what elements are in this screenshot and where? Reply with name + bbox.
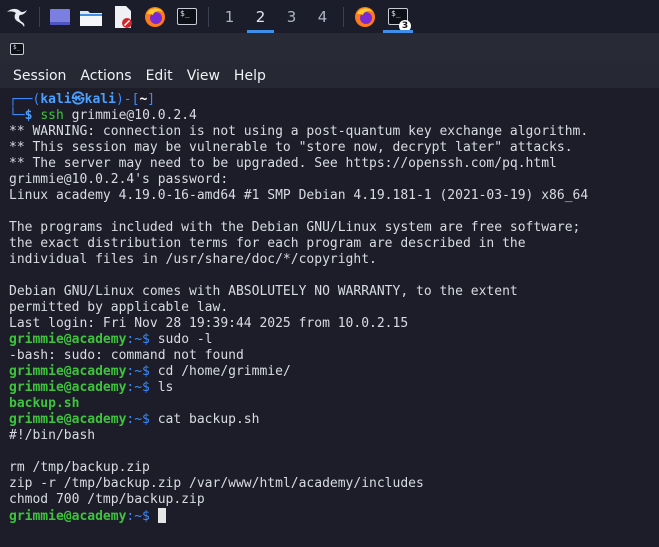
text-editor-icon xyxy=(115,5,132,28)
output-line: ** WARNING: connection is not using a po… xyxy=(9,124,589,139)
output-line: Last login: Fri Nov 28 19:39:44 2025 fro… xyxy=(9,316,409,331)
output-line: grimmie@10.0.2.4's password: xyxy=(9,172,229,187)
remote-prompt-line: grimmie@academy:~$ cat backup.sh xyxy=(9,412,260,427)
workspace-3[interactable]: 3 xyxy=(276,0,307,33)
script-line: rm /tmp/backup.zip xyxy=(9,460,150,475)
ls-output-executable: backup.sh xyxy=(9,396,80,411)
firefox-icon xyxy=(145,6,165,27)
output-line: -bash: sudo: command not found xyxy=(9,348,244,363)
taskbar-separator xyxy=(208,6,209,27)
menu-edit[interactable]: Edit xyxy=(139,68,180,84)
workspace-4[interactable]: 4 xyxy=(307,0,338,33)
output-line: The programs included with the Debian GN… xyxy=(9,220,581,235)
terminal-launcher-button[interactable]: $_ xyxy=(171,0,203,33)
menu-actions[interactable]: Actions xyxy=(73,68,138,84)
window-titlebar[interactable]: $_ xyxy=(0,33,659,63)
remote-prompt-line: grimmie@academy:~$ cd /home/grimmie/ xyxy=(9,364,291,379)
taskbar: $_ 1 2 3 4 $_ 3 xyxy=(0,0,659,33)
output-line: Debian GNU/Linux comes with ABSOLUTELY N… xyxy=(9,284,518,299)
window-count-badge: 3 xyxy=(399,20,411,32)
remote-prompt-line: grimmie@academy:~$ sudo -l xyxy=(9,332,213,347)
desktop-icon xyxy=(50,8,70,25)
menu-session[interactable]: Session xyxy=(6,68,73,84)
terminal-icon: $_ xyxy=(10,43,24,55)
files-icon xyxy=(80,10,102,26)
script-line xyxy=(9,444,659,460)
workspace-1[interactable]: 1 xyxy=(214,0,245,33)
kali-menu-button[interactable] xyxy=(0,0,34,33)
menu-bar: Session Actions Edit View Help xyxy=(0,63,659,88)
workspace-2[interactable]: 2 xyxy=(245,0,276,33)
firefox-icon xyxy=(355,6,375,27)
script-line: zip -r /tmp/backup.zip /var/www/html/aca… xyxy=(9,476,424,491)
output-line: individual files in /usr/share/doc/*/cop… xyxy=(9,252,377,267)
terminal-output[interactable]: ┌──(kali㉿kali)-[~] └─$ ssh grimmie@10.0.… xyxy=(0,88,659,547)
script-line: chmod 700 /tmp/backup.zip xyxy=(9,492,205,507)
output-line: ** The server may need to be upgraded. S… xyxy=(9,156,557,171)
taskbar-separator xyxy=(39,6,40,27)
menu-help[interactable]: Help xyxy=(227,68,273,84)
output-line: the exact distribution terms for each pr… xyxy=(9,236,526,251)
output-line: Linux academy 4.19.0-16-amd64 #1 SMP Deb… xyxy=(9,188,589,203)
current-prompt-line: grimmie@academy:~$ xyxy=(9,508,659,524)
menu-view[interactable]: View xyxy=(180,68,227,84)
local-prompt-line-1: ┌──(kali㉿kali)-[~] xyxy=(9,92,156,107)
output-line: permitted by applicable law. xyxy=(9,300,229,315)
output-line: ** This session may be vulnerable to "st… xyxy=(9,140,573,155)
remote-prompt-line: grimmie@academy:~$ ls xyxy=(9,380,174,395)
show-desktop-button[interactable] xyxy=(45,0,75,33)
kali-dragon-icon xyxy=(7,8,27,27)
firefox-launcher-button[interactable] xyxy=(139,0,171,33)
script-line: #!/bin/bash xyxy=(9,428,96,443)
terminal-icon: $_ xyxy=(177,8,197,25)
file-manager-button[interactable] xyxy=(75,0,107,33)
firefox-window-button[interactable] xyxy=(349,0,381,33)
text-cursor xyxy=(157,508,166,523)
text-editor-button[interactable] xyxy=(107,0,139,33)
taskbar-separator xyxy=(343,6,344,27)
terminal-window-button[interactable]: $_ 3 xyxy=(381,0,415,33)
local-prompt-line-2: └─$ ssh grimmie@10.0.2.4 xyxy=(9,108,197,123)
